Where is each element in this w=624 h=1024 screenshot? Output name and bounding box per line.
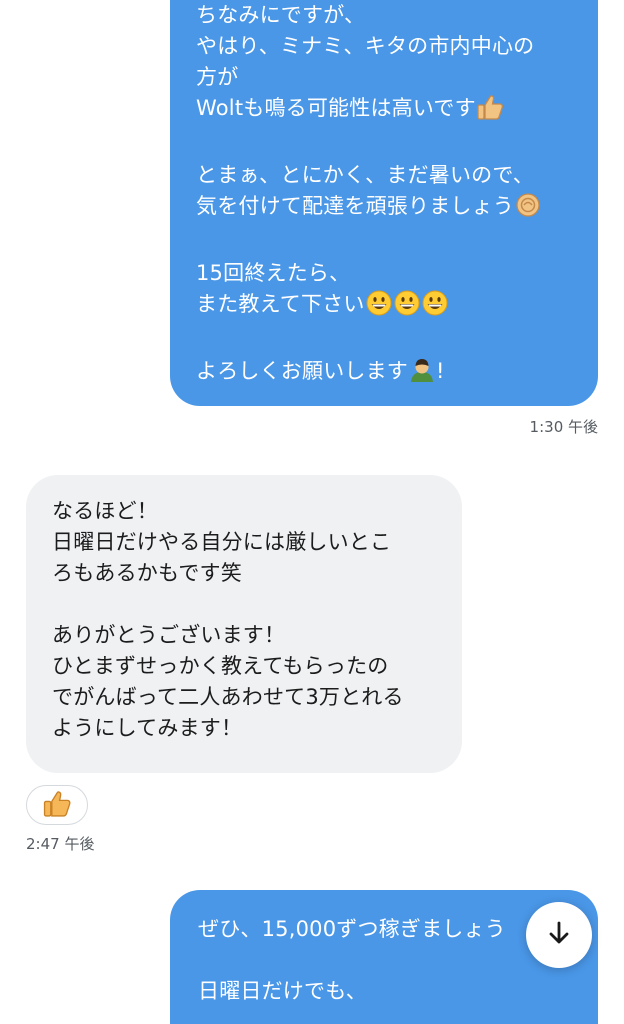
- scroll-to-bottom-button[interactable]: [526, 902, 592, 968]
- chat-screen: ちなみにですが、 やはり、ミナミ、キタの市内中心の 方が Woltも鳴る可能性は…: [0, 0, 624, 1024]
- message-line: ありがとうございます！: [52, 623, 286, 647]
- message-line: とまぁ、とにかく、まだ暑いので、: [196, 163, 534, 187]
- message-line-with-emoji: よろしくお願いします!: [196, 356, 598, 392]
- message-line: 日曜日だけでも、: [198, 979, 367, 1003]
- message-text: よろしくお願いします: [196, 359, 408, 383]
- message-line: ひとまずせっかく教えてもらったの: [52, 654, 389, 678]
- message-timestamp: 1:30 午後: [529, 418, 598, 436]
- flexed-biceps-icon: [514, 192, 542, 227]
- message-line: ろもあるかもです笑: [52, 561, 242, 585]
- message-line: 日曜日だけやる自分には厳しいとこ: [52, 530, 392, 554]
- man-bowing-icon: [408, 357, 436, 392]
- message-text: !: [436, 359, 445, 383]
- arrow-down-icon: [544, 918, 574, 952]
- message-line-with-emoji: Woltも鳴る可能性は高いです: [196, 93, 598, 129]
- message-line-with-emoji: 気を付けて配達を頑張りましょう: [196, 191, 598, 227]
- message-reaction[interactable]: [26, 785, 88, 825]
- message-line: [196, 129, 598, 160]
- message-line: ようにしてみます！: [52, 716, 243, 740]
- message-line: やはり、ミナミ、キタの市内中心の: [196, 34, 535, 58]
- sent-message-bubble[interactable]: ちなみにですが、 やはり、ミナミ、キタの市内中心の 方が Woltも鳴る可能性は…: [170, 0, 598, 406]
- message-line: [52, 589, 462, 620]
- grinning-face-icon: [421, 290, 449, 325]
- message-line: [196, 227, 598, 258]
- message-line: 15回終えたら、: [196, 261, 351, 285]
- message-text: 気を付けて配達を頑張りましょう: [196, 194, 514, 218]
- message-line: [196, 325, 598, 356]
- message-line: なるほど！: [52, 499, 158, 523]
- message-timestamp: 2:47 午後: [26, 835, 95, 853]
- message-text: Woltも鳴る可能性は高いです: [196, 96, 476, 120]
- grinning-face-icon: [365, 290, 393, 325]
- grinning-face-icon: [393, 290, 421, 325]
- received-message-bubble[interactable]: なるほど！ 日曜日だけやる自分には厳しいとこ ろもあるかもです笑 ありがとうござ…: [26, 475, 462, 773]
- message-text: また教えて下さい: [196, 292, 365, 316]
- thumbs-up-icon: [476, 94, 504, 129]
- message-line: 方が: [196, 65, 239, 89]
- thumbs-up-icon: [42, 790, 72, 821]
- message-line: でがんばって二人あわせて3万とれる: [52, 685, 404, 709]
- message-line-with-emoji: また教えて下さい: [196, 289, 598, 325]
- message-line: ちなみにですが、: [196, 3, 366, 27]
